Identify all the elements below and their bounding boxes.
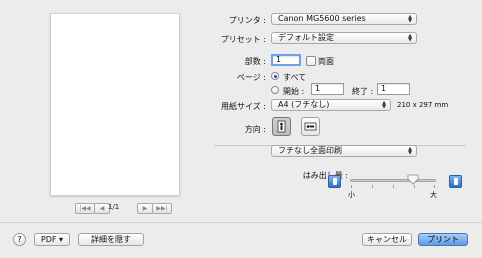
paper-size-label: 用紙サイズ : (221, 102, 266, 111)
overhang-slider-track[interactable] (350, 179, 436, 182)
popup-arrows-icon: ▲ ▼ (408, 146, 412, 156)
section-select[interactable]: フチなし全面印刷 ▲ ▼ (271, 145, 417, 157)
landscape-orientation-button[interactable] (301, 117, 320, 136)
pdf-menu-button[interactable]: PDF ▾ (34, 233, 70, 246)
cancel-button[interactable]: キャンセル (362, 233, 412, 246)
overhang-large-label: 大 (430, 191, 437, 199)
footer-divider (0, 222, 482, 223)
pages-all-label: すべて (283, 73, 307, 82)
pages-from-label: 開始 : (283, 87, 305, 96)
hide-details-button[interactable]: 詳細を隠す (78, 233, 144, 246)
paper-dimensions: 210 x 297 mm (397, 101, 449, 109)
overhang-small-label: 小 (348, 191, 355, 199)
pages-label: ページ : (236, 73, 266, 82)
preset-select[interactable]: デフォルト設定 ▲ ▼ (271, 32, 417, 44)
duplex-checkbox[interactable] (306, 56, 316, 66)
next-page-button[interactable]: ▶ (137, 203, 153, 214)
pages-range-radio[interactable] (271, 86, 279, 94)
section-value: フチなし全面印刷 (278, 146, 342, 155)
preset-label: プリセット : (220, 35, 266, 44)
popup-arrows-icon: ▲ ▼ (382, 100, 386, 110)
slider-tick (351, 185, 352, 188)
duplex-label: 両面 (318, 57, 334, 66)
landscape-icon (304, 122, 317, 131)
preset-value: デフォルト設定 (278, 33, 334, 42)
popup-arrows-icon: ▲ ▼ (408, 14, 412, 24)
copies-field[interactable]: 1 (271, 54, 301, 66)
slider-tick (372, 185, 373, 188)
overhang-slider-thumb[interactable] (407, 174, 419, 185)
preview-nav-forward-group: ▶ ▶▶| (137, 203, 172, 214)
slider-tick (393, 185, 394, 188)
paper-size-value: A4 (フチなし) (278, 100, 330, 109)
slider-thumb-icon (407, 174, 419, 185)
small-overhang-icon (328, 175, 341, 188)
help-button[interactable]: ? (13, 233, 26, 246)
first-page-button[interactable]: |◀◀ (75, 203, 95, 214)
pages-all-radio[interactable] (271, 72, 279, 80)
print-button[interactable]: プリント (418, 233, 468, 246)
last-page-button[interactable]: ▶▶| (152, 203, 172, 214)
printer-select[interactable]: Canon MG5600 series ▲ ▼ (271, 13, 417, 25)
print-preview (50, 13, 180, 196)
copies-label: 部数 : (244, 57, 266, 66)
portrait-icon (277, 120, 286, 133)
large-overhang-icon (449, 175, 462, 188)
printer-value: Canon MG5600 series (278, 14, 366, 23)
preview-nav-back-group: |◀◀ ◀ (75, 203, 110, 214)
orientation-label: 方向 : (244, 125, 266, 134)
slider-tick (414, 185, 415, 188)
portrait-orientation-button[interactable] (272, 117, 291, 136)
pages-from-field[interactable]: 1 (311, 83, 344, 95)
pages-to-label: 終了 : (352, 87, 374, 96)
paper-size-select[interactable]: A4 (フチなし) ▲ ▼ (271, 99, 391, 111)
printer-label: プリンタ : (228, 16, 266, 25)
page-indicator: 1/1 (108, 203, 120, 211)
pages-to-field[interactable]: 1 (377, 83, 410, 95)
popup-arrows-icon: ▲ ▼ (408, 33, 412, 43)
slider-tick (434, 185, 435, 188)
